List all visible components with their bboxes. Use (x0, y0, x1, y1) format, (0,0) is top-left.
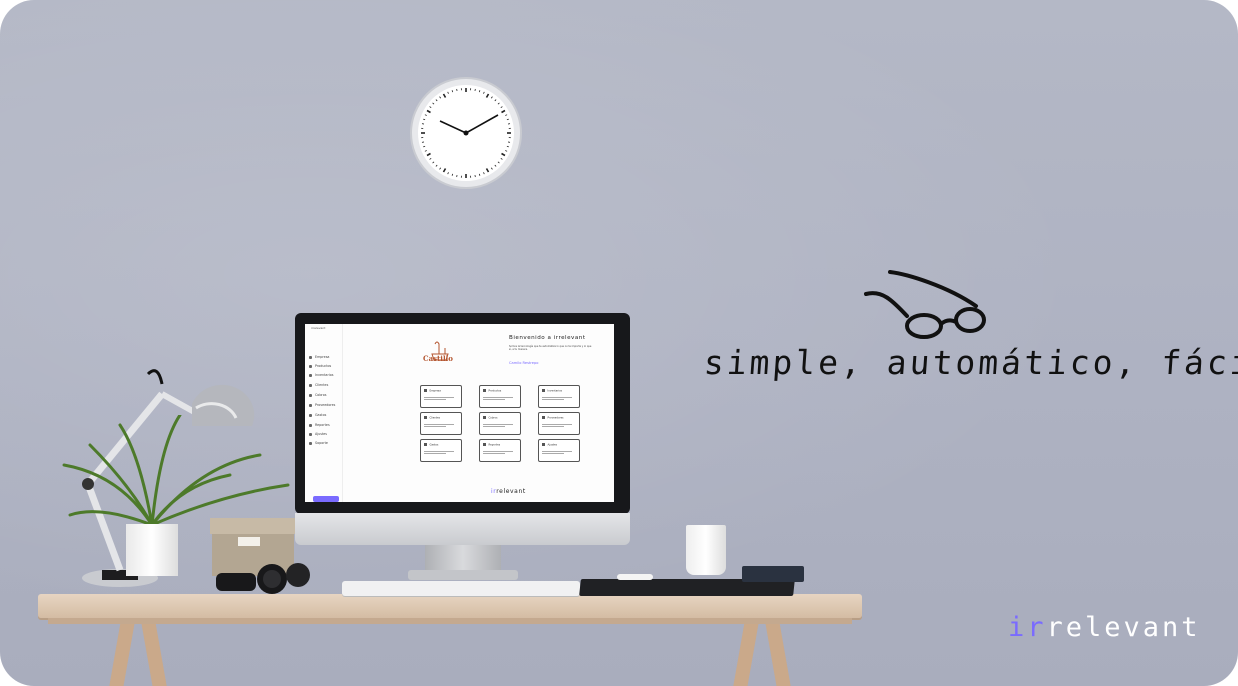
sidebar-item[interactable]: Productos (309, 364, 331, 368)
sidebar-item[interactable]: Reportes (309, 423, 330, 427)
module-card[interactable]: Gastos (420, 439, 462, 462)
monitor-chin (295, 513, 630, 545)
plant-pot (126, 524, 178, 576)
module-card[interactable]: Proveedores (538, 412, 580, 435)
sidebar-item[interactable]: Cobros (309, 393, 326, 397)
hero-scene: simple, automático, fácil. irrelevant Em… (0, 0, 1238, 686)
storage-box-label (238, 537, 260, 546)
brand-logo[interactable]: irrelevant (1008, 612, 1201, 643)
sidebar-item[interactable]: Proveedores (309, 403, 335, 407)
notebook (742, 566, 804, 582)
plant-icon (62, 415, 290, 527)
monitor-stand (425, 545, 501, 573)
module-card-title: Productos (483, 389, 502, 392)
sidebar-action-button[interactable] (313, 496, 339, 502)
client-logo-text: Castillo (423, 354, 453, 363)
module-card-title: Inventarios (542, 389, 563, 392)
storage-box-lid (210, 518, 296, 534)
module-card[interactable]: Reportes (479, 439, 521, 462)
welcome-title: Bienvenido a irrelevant (509, 335, 586, 341)
module-card[interactable]: Clientes (420, 412, 462, 435)
module-card-title: Empresa (424, 389, 441, 392)
module-card-title: Ajustes (542, 443, 557, 446)
module-card-title: Gastos (424, 443, 439, 446)
monitor-screen: irrelevant Empresa Productos Inventarios… (305, 324, 614, 502)
module-card-title: Clientes (424, 416, 440, 419)
mouse (617, 574, 653, 580)
brand-rest: relevant (1046, 612, 1201, 643)
module-card-title: Cobros (483, 416, 498, 419)
sidebar-item[interactable]: Soporte (309, 441, 328, 445)
module-card[interactable]: Ajustes (538, 439, 580, 462)
module-card[interactable]: Productos (479, 385, 521, 408)
desk-top (38, 594, 862, 618)
tagline-text: simple, automático, fácil. (702, 343, 1238, 382)
mug-icon (686, 525, 726, 575)
screen-brand-rest: relevant (496, 488, 526, 495)
sidebar-item[interactable]: Ajustes (309, 432, 327, 436)
signature: Camilo Restrepo (509, 361, 539, 365)
desk-edge (48, 618, 852, 624)
app-sidebar: irrelevant Empresa Productos Inventarios… (305, 324, 343, 502)
monitor-foot (408, 570, 518, 580)
module-card-title: Reportes (483, 443, 501, 446)
welcome-body: Somos la tecnología que te automatiza lo… (509, 345, 592, 352)
module-card[interactable]: Empresa (420, 385, 462, 408)
monitor: irrelevant Empresa Productos Inventarios… (295, 313, 630, 514)
sidebar-item[interactable]: Clientes (309, 383, 328, 387)
sidebar-item[interactable]: Gastos (309, 413, 326, 417)
clock-icon (410, 77, 522, 189)
brand-prefix: ir (1008, 612, 1047, 643)
screen-brand-logo: irrelevant (491, 488, 526, 495)
sidebar-item[interactable]: Empresa (309, 355, 329, 359)
headphones-icon (216, 563, 310, 594)
sidebar-logo: irrelevant (311, 326, 326, 330)
keyboard-icon (342, 581, 580, 596)
module-card-title: Proveedores (542, 416, 564, 419)
sidebar-item[interactable]: Inventarios (309, 373, 333, 377)
glasses-icon (864, 270, 986, 339)
module-card[interactable]: Inventarios (538, 385, 580, 408)
module-card[interactable]: Cobros (479, 412, 521, 435)
